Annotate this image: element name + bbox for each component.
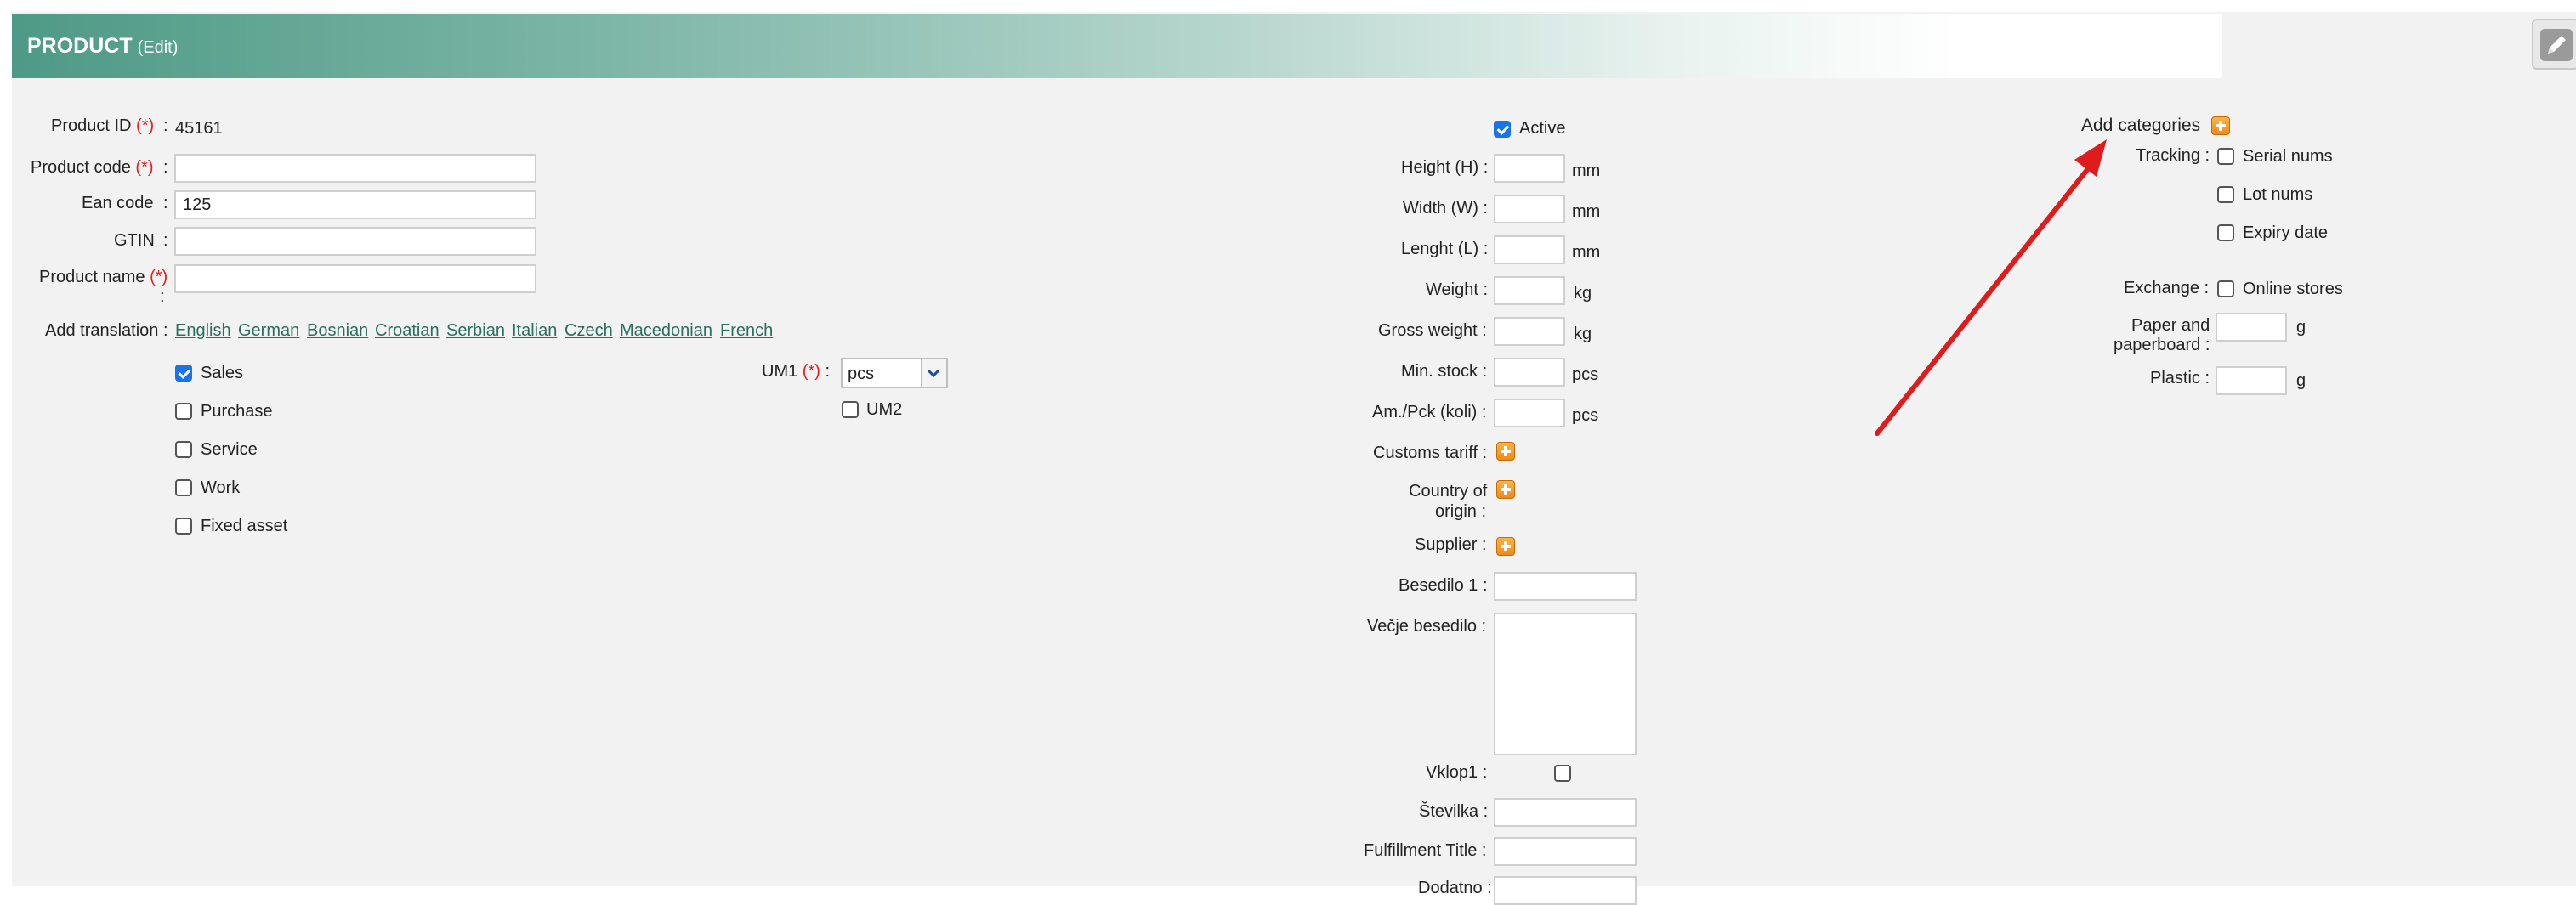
- red-arrow-annotation: [1875, 139, 2107, 436]
